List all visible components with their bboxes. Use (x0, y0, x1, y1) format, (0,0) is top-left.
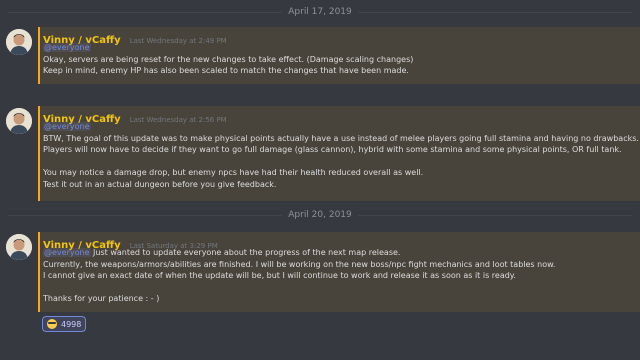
message: Vinny / vCaffy Last Wednesday at 2:49 PM… (0, 27, 640, 84)
divider-date: April 20, 2019 (288, 210, 352, 220)
message: Vinny / vCaffy Last Wednesday at 2:56 PM… (0, 106, 640, 201)
avatar-image (6, 108, 32, 134)
message-line: I cannot give an exact date of when the … (43, 271, 516, 280)
mention-everyone[interactable]: @everyone (43, 43, 91, 52)
message-line: Keep in mind, enemy HP has also been sca… (43, 66, 409, 75)
message: Vinny / vCaffy Last Saturday at 3:29 PM … (0, 232, 640, 312)
reaction-button[interactable]: 4998 (42, 316, 87, 332)
avatar-image (6, 29, 32, 55)
date-divider: April 20, 2019 (8, 209, 633, 221)
avatar[interactable] (6, 234, 32, 260)
avatar[interactable] (6, 108, 32, 134)
avatar[interactable] (6, 29, 32, 55)
message-line: Players will now have to decide if they … (43, 145, 622, 154)
message-line: You may notice a damage drop, but enemy … (43, 168, 424, 177)
message-line: BTW, The goal of this update was to make… (43, 133, 639, 143)
message-line: Currently, the weapons/armors/abilities … (43, 259, 556, 269)
message-line: Test it out in an actual dungeon before … (43, 179, 277, 189)
message-line: Thanks for your patience : - ) (43, 294, 160, 303)
message-line: Okay, servers are being reset for the ne… (43, 54, 414, 64)
avatar-image (6, 234, 32, 260)
mention-everyone[interactable]: @everyone (43, 248, 91, 257)
neutral-face-icon (47, 319, 57, 329)
date-divider: April 17, 2019 (8, 6, 633, 18)
reaction-count: 4998 (61, 319, 82, 329)
message-content: @everyone BTW, The goal of this update w… (43, 121, 639, 190)
message-line: Just wanted to update everyone about the… (90, 248, 401, 257)
message-content: @everyone Okay, servers are being reset … (43, 42, 636, 77)
message-content: @everyone Just wanted to update everyone… (43, 247, 636, 305)
divider-date: April 17, 2019 (288, 7, 352, 17)
mention-everyone[interactable]: @everyone (43, 122, 91, 131)
